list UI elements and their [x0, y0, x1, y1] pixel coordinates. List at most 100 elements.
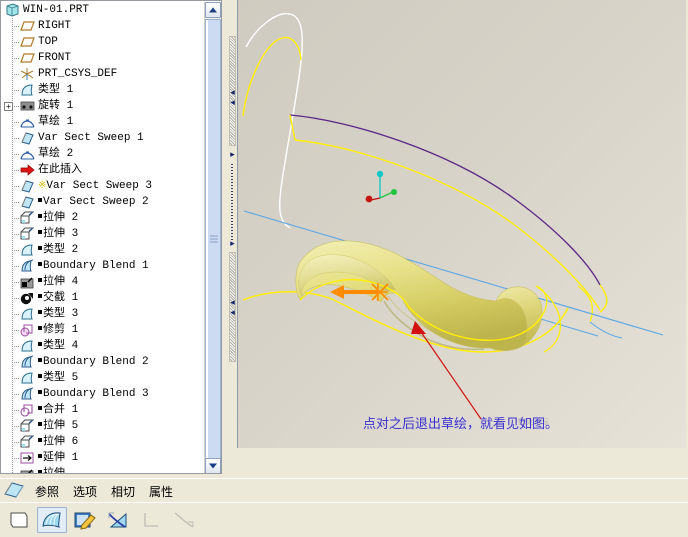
- tree-row[interactable]: Var Sect Sweep 1: [2, 130, 205, 146]
- modified-marker: [38, 294, 42, 299]
- tree-row[interactable]: 拉伸 4: [2, 274, 205, 290]
- tree-row[interactable]: 修剪 1: [2, 322, 205, 338]
- tree-row[interactable]: 合并 1: [2, 402, 205, 418]
- model-tree-box: WIN-01.PRT RIGHT TOP FRONT PRT_CSYS_DEF 类型 1 +…: [0, 0, 222, 474]
- coordinate-system-triad: [365, 170, 397, 203]
- tree-tick-line: [12, 90, 19, 91]
- tree-row[interactable]: ※Var Sect Sweep 3: [2, 178, 205, 194]
- tree-item-label: 拉伸 6: [37, 434, 78, 450]
- tab-properties[interactable]: 属性: [142, 481, 180, 502]
- part-icon: [4, 2, 22, 18]
- tree-tick-line: [12, 330, 19, 331]
- modified-marker: [38, 390, 42, 395]
- mesh-surface-button[interactable]: [37, 507, 67, 533]
- tree-item-label: Boundary Blend 3: [37, 386, 149, 402]
- tree-row[interactable]: 类型 2: [2, 242, 205, 258]
- extrude-solid-icon: [19, 274, 37, 290]
- datum-plane-icon: [19, 18, 37, 34]
- collapse-left-icon-2[interactable]: ◂: [229, 96, 236, 108]
- tree-tick-line: [12, 298, 19, 299]
- tab-options[interactable]: 选项: [66, 481, 104, 502]
- tree-item-label: 修剪 1: [37, 322, 78, 338]
- tree-row[interactable]: 类型 4: [2, 338, 205, 354]
- edit-sketch-button[interactable]: [70, 507, 100, 533]
- tree-item-label: 在此插入: [37, 162, 82, 178]
- tree-row[interactable]: 在此插入: [2, 162, 205, 178]
- tree-row[interactable]: Var Sect Sweep 2: [2, 194, 205, 210]
- collapse-left-icon-4[interactable]: ◂: [229, 306, 236, 318]
- tree-row[interactable]: FRONT: [2, 50, 205, 66]
- tree-row[interactable]: Boundary Blend 3: [2, 386, 205, 402]
- tree-item-text: RIGHT: [38, 20, 72, 32]
- tree-row[interactable]: 类型 1: [2, 82, 205, 98]
- merge-icon: [19, 402, 37, 418]
- tree-item-label: 类型 4: [37, 338, 78, 354]
- tree-item-label: 类型 2: [37, 242, 78, 258]
- tree-item-text: 拉伸 4: [43, 276, 79, 288]
- scroll-down-button[interactable]: [205, 458, 221, 473]
- tree-item-label: TOP: [37, 34, 58, 50]
- tree-item-text: 拉伸 6: [43, 436, 79, 448]
- tree-tick-line: [12, 458, 19, 459]
- tree-row[interactable]: TOP: [2, 34, 205, 50]
- tree-row[interactable]: PRT_CSYS_DEF: [2, 66, 205, 82]
- panel-splitter[interactable]: ◂ ◂ ▸ ▸ ◂ ◂: [228, 0, 237, 478]
- model-tree-list[interactable]: WIN-01.PRT RIGHT TOP FRONT PRT_CSYS_DEF 类型 1 +…: [2, 2, 205, 473]
- tree-row[interactable]: 草绘 2: [2, 146, 205, 162]
- tree-item-label: PRT_CSYS_DEF: [37, 66, 117, 82]
- tangent-line-button: [169, 507, 199, 533]
- tree-item-label: 类型 3: [37, 306, 78, 322]
- tree-row[interactable]: 类型 5: [2, 370, 205, 386]
- tab-tangency[interactable]: 相切: [104, 481, 142, 502]
- extrude-icon: [19, 210, 37, 226]
- tree-row[interactable]: 拉伸 6: [2, 434, 205, 450]
- viewport-frame: 野火论坛 点对之后退出草绘，就看见如图。: [237, 0, 688, 448]
- surface-type-button[interactable]: [4, 507, 34, 533]
- expand-right-icon-2[interactable]: ▸: [229, 237, 236, 249]
- tree-row[interactable]: RIGHT: [2, 18, 205, 34]
- modified-marker: [38, 262, 42, 267]
- tree-row[interactable]: + 旋转 1: [2, 98, 205, 114]
- tree-item-label: 延伸 1: [37, 450, 78, 466]
- tree-row[interactable]: 拉伸 2: [2, 210, 205, 226]
- boundary-blend-icon: [19, 386, 37, 402]
- tree-row[interactable]: 拉伸 5: [2, 418, 205, 434]
- modified-marker: [38, 310, 42, 315]
- tree-row-root[interactable]: WIN-01.PRT: [2, 2, 205, 18]
- tree-row[interactable]: 交截 1: [2, 290, 205, 306]
- tree-row[interactable]: 延伸 1: [2, 450, 205, 466]
- tree-expand-toggle[interactable]: +: [4, 102, 13, 111]
- tree-tick-line: [12, 250, 19, 251]
- scrollbar-thumb[interactable]: [205, 19, 221, 459]
- tree-item-label: 草绘 2: [37, 146, 73, 162]
- tree-tick-line: [12, 202, 19, 203]
- model-tree-vertical-scrollbar[interactable]: [204, 2, 221, 473]
- tree-tick-line: [12, 394, 19, 395]
- graphics-viewport[interactable]: 野火论坛 点对之后退出草绘，就看见如图。: [238, 0, 686, 448]
- tree-row[interactable]: 拉伸: [2, 466, 205, 473]
- type-surface-icon: [19, 306, 37, 322]
- tab-references[interactable]: 参照: [28, 481, 66, 502]
- modified-marker: [38, 358, 42, 363]
- viewport-annotation-text: 点对之后退出草绘，就看见如图。: [363, 417, 559, 432]
- sketch-icon: [19, 146, 37, 162]
- tree-item-text: Var Sect Sweep 3: [46, 179, 153, 192]
- tree-row[interactable]: Boundary Blend 2: [2, 354, 205, 370]
- extend-icon: [19, 450, 37, 466]
- tree-row[interactable]: Boundary Blend 1: [2, 258, 205, 274]
- modified-marker: [38, 438, 42, 443]
- trim-surface-button[interactable]: [103, 507, 133, 533]
- scroll-up-button[interactable]: [205, 2, 221, 18]
- tree-item-label: FRONT: [37, 50, 71, 66]
- expand-right-icon-1[interactable]: ▸: [229, 148, 236, 160]
- trim-icon: [19, 322, 37, 338]
- tree-row[interactable]: 类型 3: [2, 306, 205, 322]
- tree-item-text: 修剪 1: [43, 324, 79, 336]
- revolve-icon: [19, 98, 37, 114]
- insert-here-icon: [19, 162, 37, 178]
- tree-item-text: 草绘 1: [38, 116, 74, 128]
- tree-tick-line: [12, 410, 19, 411]
- tree-tick-line: [12, 378, 19, 379]
- tree-row[interactable]: 草绘 1: [2, 114, 205, 130]
- tree-row[interactable]: 拉伸 3: [2, 226, 205, 242]
